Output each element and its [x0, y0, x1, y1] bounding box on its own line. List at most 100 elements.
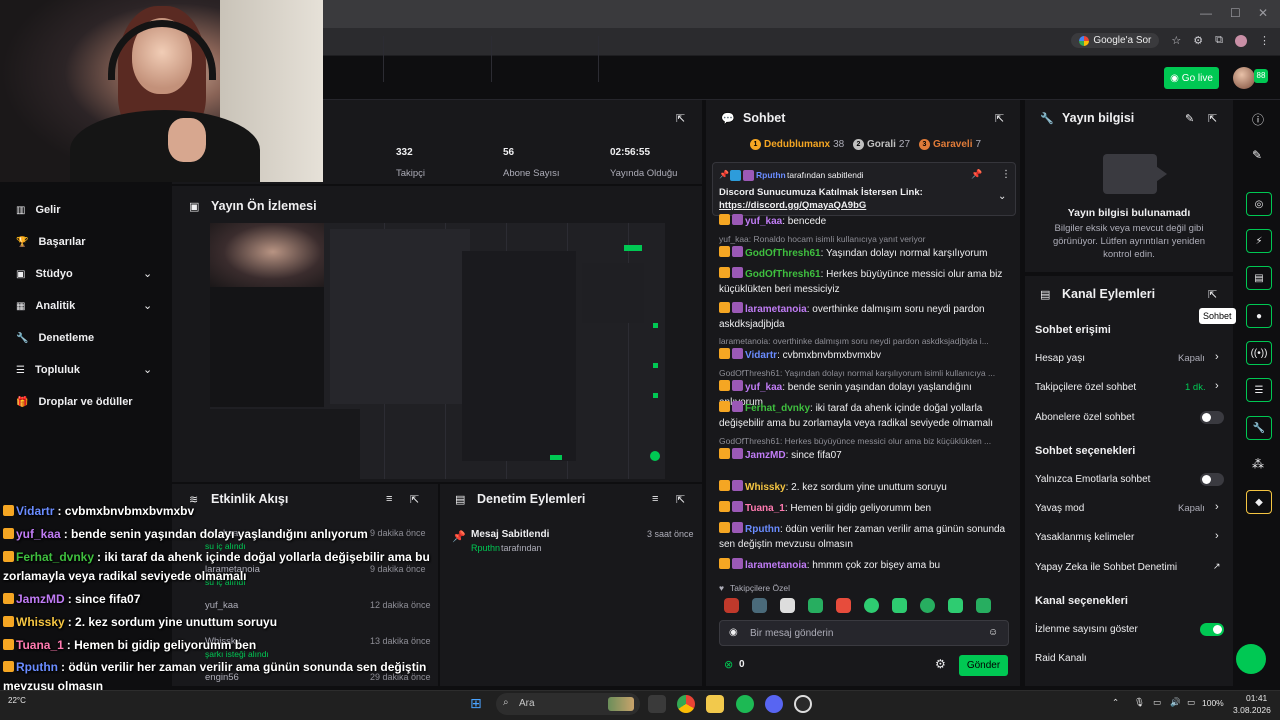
emote[interactable]	[808, 598, 823, 613]
clock-time[interactable]: 01:41	[1246, 693, 1267, 703]
profile-icon[interactable]	[1235, 34, 1247, 47]
sidebar-item-3[interactable]: ▦ Analitik	[16, 300, 75, 312]
community-icon[interactable]: ⁂	[1252, 457, 1264, 471]
chevron-down-icon[interactable]: ⌄	[143, 363, 152, 376]
popout-icon[interactable]: ⇱	[676, 112, 685, 125]
extension-icon[interactable]: ⚙	[1193, 34, 1203, 47]
emote[interactable]	[752, 598, 767, 613]
broadcast-icon[interactable]: ((•))	[1246, 341, 1272, 365]
activity-user[interactable]: yuf_kaa	[205, 600, 238, 611]
emote[interactable]	[976, 598, 991, 613]
chat-username[interactable]: yuf_kaa	[745, 382, 782, 393]
maximize-icon[interactable]: ☐	[1230, 6, 1241, 20]
pencil-icon[interactable]: ✎	[1252, 148, 1262, 162]
emote[interactable]	[948, 598, 963, 613]
weather-widget[interactable]: 22°C	[8, 696, 26, 705]
close-icon[interactable]: ✕	[1258, 6, 1268, 20]
emoji-icon[interactable]: ☺	[988, 627, 998, 638]
discord-icon[interactable]	[765, 695, 783, 713]
wrench-icon[interactable]: 🔧	[1246, 416, 1272, 440]
avatar[interactable]	[1233, 67, 1255, 89]
chat-message[interactable]: Ferhat_dvnky: iki taraf da ahenk içinde …	[719, 401, 1011, 431]
windows-start-icon[interactable]: ⊞	[470, 695, 482, 712]
sidebar-item-1[interactable]: 🏆 Başarılar	[16, 236, 86, 248]
send-button[interactable]: Gönder	[959, 655, 1008, 676]
chevron-right-icon[interactable]: ›	[1215, 530, 1219, 542]
emote[interactable]	[892, 598, 907, 613]
layout-icon[interactable]: ☰	[1246, 378, 1272, 402]
slow-mode-label[interactable]: Yavaş mod	[1035, 503, 1084, 514]
chat-username[interactable]: yuf_kaa	[745, 216, 782, 227]
channel-points-icon[interactable]: ⊗	[724, 658, 733, 671]
chat-message[interactable]: larametanoia: hmmm çok zor bişey ama bu	[719, 558, 1011, 573]
notes-icon[interactable]: ▤	[1246, 266, 1272, 290]
leaderboard-entry[interactable]: 3 Garaveli 7	[919, 139, 981, 150]
battery-icon[interactable]: ▭	[1187, 697, 1195, 708]
go-live-button[interactable]: ◉ Go live	[1164, 67, 1219, 89]
minimize-icon[interactable]: —	[1200, 6, 1212, 20]
chat-username[interactable]: Whissky	[745, 482, 786, 493]
sidebar-item-6[interactable]: 🎁 Droplar ve ödüller	[16, 396, 133, 408]
task-view-icon[interactable]	[648, 695, 666, 713]
puzzle-icon[interactable]: ⧉	[1215, 34, 1223, 47]
chat-message[interactable]: GodOfThresh61: Yaşından dolayı normal ka…	[719, 246, 1011, 261]
chat-message[interactable]: GodOfThresh61: Herkes büyüyünce messici …	[719, 267, 1011, 297]
banned-words-label[interactable]: Yasaklanmış kelimeler	[1035, 532, 1134, 543]
diamond-icon[interactable]: ◆	[1246, 490, 1272, 514]
chat-input[interactable]: ◉ Bir mesaj gönderin ☺	[719, 620, 1009, 646]
sidebar-item-5[interactable]: ☰ Topluluk	[16, 364, 80, 376]
filter-icon[interactable]: ≡	[652, 493, 658, 505]
ai-moderation-label[interactable]: Yapay Zeka ile Sohbet Denetimi	[1035, 562, 1177, 573]
emote[interactable]	[920, 598, 935, 613]
sidebar-item-2[interactable]: ▣ Stüdyo	[16, 268, 73, 280]
popout-icon[interactable]: ⇱	[1208, 112, 1217, 125]
microphone-icon[interactable]: 🎙	[1134, 697, 1145, 708]
chevron-down-icon[interactable]: ⌄	[143, 299, 152, 312]
chat-username[interactable]: GodOfThresh61	[745, 248, 821, 259]
show-viewers-toggle[interactable]	[1200, 623, 1224, 636]
chat-username[interactable]: Ferhat_dvnky	[745, 403, 810, 414]
chevron-up-icon[interactable]: ⌃	[1112, 697, 1119, 708]
chat-username[interactable]: Tuana_1	[745, 503, 785, 514]
sidebar-item-0[interactable]: ▥ Gelir	[16, 204, 61, 216]
chat-message[interactable]: Tuana_1: Hemen bi gidip geliyorumm ben	[719, 501, 1011, 516]
stream-preview-video[interactable]	[210, 223, 665, 479]
help-button[interactable]	[1236, 644, 1266, 674]
clock-date[interactable]: 3.08.2026	[1233, 705, 1271, 715]
popout-icon[interactable]: ⇱	[1208, 288, 1217, 301]
account-age-label[interactable]: Hesap yaşı	[1035, 353, 1085, 364]
emote[interactable]	[780, 598, 795, 613]
chat-message[interactable]: larametanoia: overthinke dalmışım soru n…	[719, 302, 1011, 332]
sidebar-item-4[interactable]: 🔧 Denetleme	[16, 332, 94, 344]
chat-username[interactable]: larametanoia	[745, 560, 807, 571]
leaderboard-entry[interactable]: 2 Gorali 27	[853, 139, 910, 150]
star-icon[interactable]: ☆	[1171, 34, 1181, 47]
chevron-right-icon[interactable]: ›	[1215, 380, 1219, 392]
chevron-down-icon[interactable]: ⌄	[998, 191, 1006, 202]
display-icon[interactable]: ▭	[1153, 697, 1161, 708]
volume-icon[interactable]: 🔊	[1170, 697, 1181, 708]
filter-icon[interactable]: ≡	[386, 493, 392, 505]
subs-only-toggle[interactable]	[1200, 411, 1224, 424]
popout-icon[interactable]: ⇱	[995, 112, 1004, 125]
chat-username[interactable]: Vidartr	[745, 350, 777, 361]
popout-icon[interactable]: ⇱	[676, 493, 685, 506]
chat-bubble-icon[interactable]: ●	[1246, 304, 1272, 328]
chat-message[interactable]: JamzMD: since fifa07	[719, 448, 1011, 463]
lightning-icon[interactable]: ⚡	[1246, 229, 1272, 253]
mod-item-user[interactable]: Rputhn	[471, 543, 500, 553]
raid-channel-label[interactable]: Raid Kanalı	[1035, 653, 1087, 664]
emote-only-toggle[interactable]	[1200, 473, 1224, 486]
more-icon[interactable]: ⋮	[1001, 169, 1011, 180]
info-icon[interactable]: ⓘ	[1252, 111, 1264, 128]
google-ask-button[interactable]: Google'a Sor	[1071, 33, 1160, 48]
obs-icon[interactable]	[794, 695, 812, 713]
menu-icon[interactable]: ⋮	[1259, 34, 1270, 47]
emote[interactable]	[836, 598, 851, 613]
chat-username[interactable]: GodOfThresh61	[745, 269, 821, 280]
edit-icon[interactable]: ✎	[1185, 112, 1194, 125]
chat-username[interactable]: larametanoia	[745, 304, 807, 315]
chat-message[interactable]: Whissky: 2. kez sordum yine unuttum soru…	[719, 480, 1011, 495]
emote[interactable]	[724, 598, 739, 613]
chevron-right-icon[interactable]: ›	[1215, 501, 1219, 513]
